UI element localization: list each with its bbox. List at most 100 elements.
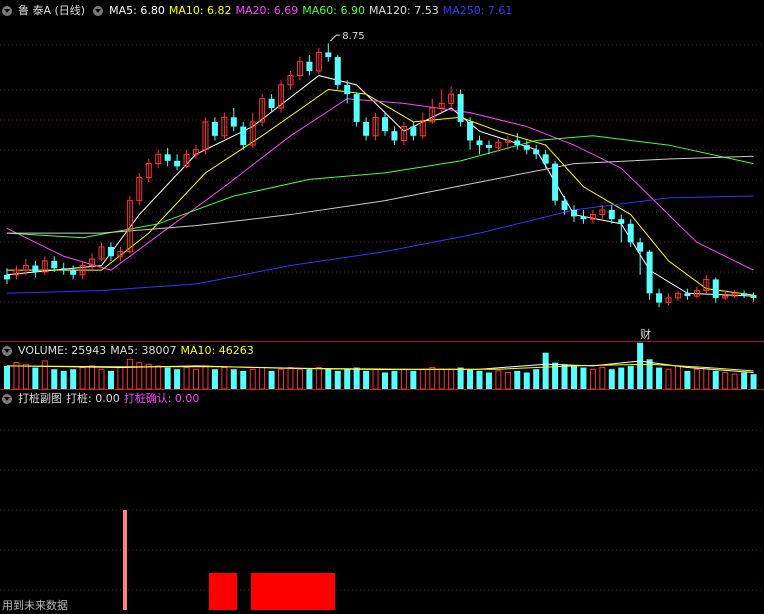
- volume-bar: [703, 367, 710, 390]
- candle-body: [306, 61, 313, 71]
- volume-bar: [618, 367, 625, 389]
- volume-bar: [41, 360, 48, 390]
- volume-bar: [637, 342, 644, 389]
- candle-body: [70, 270, 77, 275]
- volume-bar: [60, 370, 67, 389]
- candle-body: [485, 145, 492, 148]
- volume-bar: [599, 367, 606, 390]
- volume-bar: [485, 372, 492, 389]
- volume-bar: [107, 370, 114, 389]
- sub-indicators: 打桩副图 打桩: 0.00 打桩确认: 0.00: [18, 390, 203, 408]
- volume-bar: [504, 372, 511, 390]
- volume-bar: [589, 368, 596, 390]
- volume-bar: [712, 370, 719, 389]
- candle-body: [580, 216, 587, 220]
- volume-bar: [344, 369, 351, 389]
- candle-body: [344, 84, 351, 95]
- volume-bar: [400, 368, 407, 390]
- candle-body: [561, 200, 568, 210]
- vol-label-2: MA10: 46263: [180, 344, 254, 357]
- candle-body: [60, 268, 67, 271]
- candle-body: [240, 126, 247, 146]
- volume-bar: [32, 367, 39, 389]
- volume-bar: [145, 363, 152, 390]
- volume-bar: [665, 368, 672, 390]
- volume-bar: [750, 374, 757, 389]
- volume-bar: [268, 370, 275, 389]
- volume-bar: [249, 368, 256, 390]
- candle-body: [4, 274, 10, 280]
- volume-indicators: VOLUME: 25943 MA5: 38007 MA10: 46263: [18, 342, 258, 360]
- volume-bar: [495, 370, 502, 390]
- candle-body: [107, 246, 114, 257]
- volume-bar: [89, 365, 96, 390]
- candle-body: [741, 293, 748, 296]
- candle-body: [211, 121, 218, 136]
- candle-body: [750, 295, 757, 298]
- candle-body: [514, 140, 521, 146]
- volume-bar: [561, 364, 568, 389]
- volume-bar: [674, 365, 681, 390]
- candle-body: [268, 98, 275, 109]
- volume-bar: [296, 368, 303, 390]
- volume-bar: [240, 370, 247, 389]
- ma-line-ma60: [6, 135, 754, 239]
- volume-bar: [608, 369, 615, 389]
- high-marker-line: [329, 34, 341, 42]
- event-marker: 财: [640, 327, 651, 341]
- candle-body: [363, 121, 370, 136]
- volume-bar: [533, 369, 540, 389]
- volume-bar: [70, 369, 77, 389]
- volume-bar: [278, 368, 285, 390]
- candle-body: [391, 131, 398, 141]
- volume-bar: [363, 370, 370, 389]
- future-data-note: 用到未来数据: [2, 599, 68, 612]
- candle-body: [533, 149, 540, 155]
- volume-bar: [306, 369, 313, 389]
- sub-header: 打桩副图 打桩: 0.00 打桩确认: 0.00: [0, 390, 203, 408]
- volume-bar: [438, 368, 445, 390]
- volume-bar: [126, 358, 133, 390]
- collapse-arrow-icon[interactable]: [2, 346, 12, 356]
- volume-bar: [467, 369, 474, 389]
- volume-bar: [627, 365, 634, 389]
- sub-label-1: 打桩: 0.00: [66, 392, 120, 405]
- volume-header: VOLUME: 25943 MA5: 38007 MA10: 46263: [0, 342, 258, 360]
- volume-bar: [429, 367, 436, 390]
- volume-bar: [22, 363, 29, 390]
- volume-bar: [183, 367, 190, 390]
- volume-bar: [287, 367, 294, 390]
- sub-label-2: 打桩确认: 0.00: [123, 392, 200, 405]
- candle-body: [542, 154, 549, 164]
- volume-bar: [117, 367, 124, 390]
- sub-spike: [123, 510, 127, 610]
- volume-bar: [230, 369, 237, 389]
- candle-body: [571, 209, 577, 217]
- volume-bar: [523, 372, 530, 389]
- volume-bar: [325, 369, 332, 389]
- volume-bar: [656, 367, 663, 389]
- volume-bar: [571, 365, 577, 389]
- volume-bar: [372, 368, 379, 390]
- candle-body: [523, 145, 530, 150]
- candle-body: [174, 160, 181, 167]
- volume-bar: [382, 372, 388, 389]
- ma-line-ma5: [6, 75, 754, 297]
- price-chart: 8.75 财: [0, 31, 764, 610]
- candle-body: [164, 154, 171, 161]
- volume-bar: [391, 370, 398, 389]
- volume-bar: [741, 372, 748, 389]
- candle-body: [467, 121, 474, 141]
- volume-bar: [51, 369, 58, 389]
- candle-body: [334, 57, 341, 85]
- volume-bar: [580, 367, 587, 389]
- volume-bar: [731, 373, 738, 390]
- candle-body: [627, 223, 634, 243]
- volume-bar: [334, 370, 341, 389]
- volume-bar: [202, 365, 209, 390]
- collapse-arrow-icon[interactable]: [2, 394, 12, 404]
- candle-body: [457, 94, 464, 122]
- volume-bar: [514, 370, 521, 389]
- sub-bar: [209, 573, 237, 610]
- volume-bar: [693, 368, 700, 390]
